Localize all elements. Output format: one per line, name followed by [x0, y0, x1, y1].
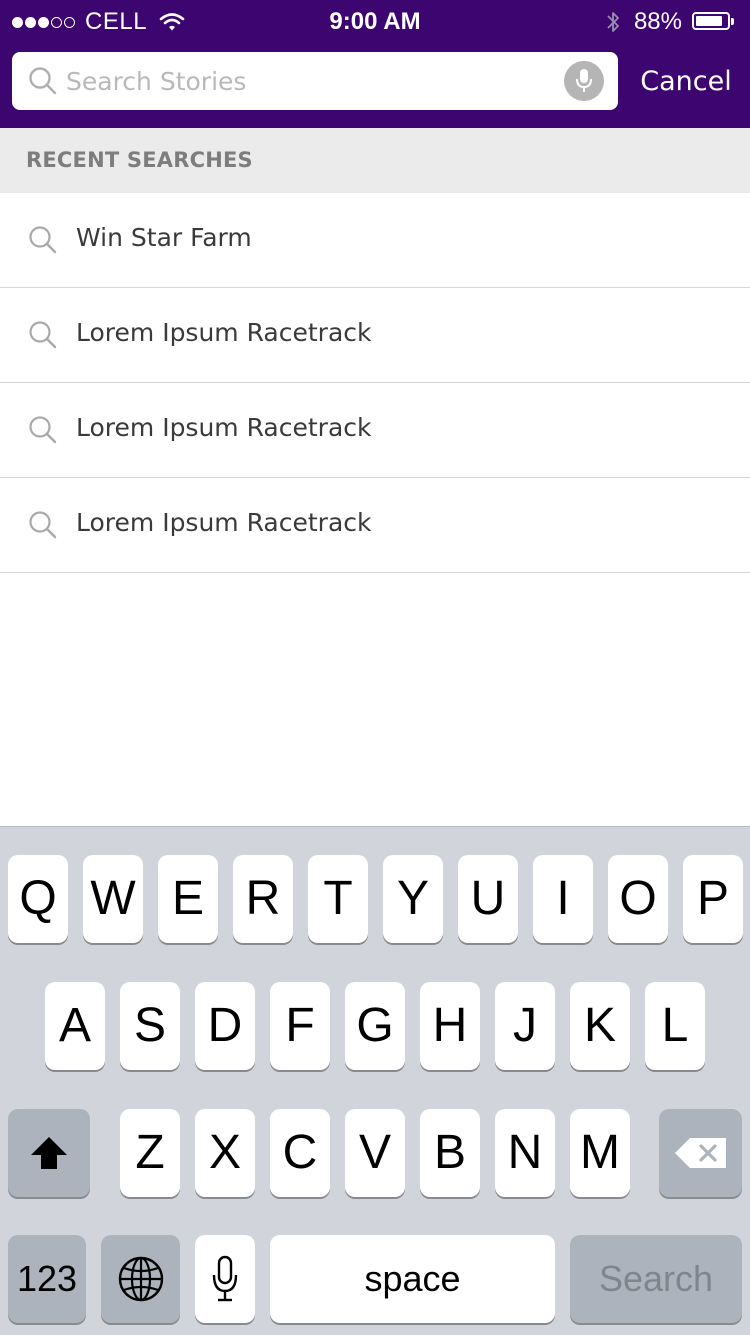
key-a[interactable]: A: [45, 982, 105, 1070]
key-n[interactable]: N: [495, 1109, 555, 1197]
key-g[interactable]: G: [345, 982, 405, 1070]
key-y[interactable]: Y: [383, 855, 443, 943]
search-icon: [29, 226, 57, 254]
key-j[interactable]: J: [495, 982, 555, 1070]
recent-search-label: Lorem Ipsum Racetrack: [76, 413, 372, 442]
microphone-icon: [576, 69, 592, 92]
key-i[interactable]: I: [533, 855, 593, 943]
key-l[interactable]: L: [645, 982, 705, 1070]
search-input[interactable]: [66, 60, 546, 102]
key-h[interactable]: H: [420, 982, 480, 1070]
search-return-key[interactable]: Search: [570, 1235, 742, 1323]
status-right: 88%: [606, 8, 736, 36]
key-c[interactable]: C: [270, 1109, 330, 1197]
key-p[interactable]: P: [683, 855, 743, 943]
globe-key[interactable]: [101, 1235, 180, 1323]
keyboard: 123 space Search QWERTYUIOP ASDFGHJKL ZXCV…: [0, 826, 750, 1335]
search-icon: [29, 67, 57, 95]
key-v[interactable]: V: [345, 1109, 405, 1197]
recent-search-item[interactable]: Lorem Ipsum Racetrack: [0, 288, 750, 383]
search-box[interactable]: [12, 52, 618, 110]
key-x[interactable]: X: [195, 1109, 255, 1197]
recent-search-item[interactable]: Lorem Ipsum Racetrack: [0, 478, 750, 573]
recent-search-label: Lorem Ipsum Racetrack: [76, 318, 372, 347]
recent-searches-list: Win Star Farm Lorem Ipsum Racetrack Lore…: [0, 193, 750, 573]
globe-icon: [118, 1256, 164, 1302]
microphone-icon: [212, 1255, 238, 1302]
bluetooth-icon: [607, 12, 619, 32]
section-title: RECENT SEARCHES: [26, 148, 253, 172]
backspace-key[interactable]: [659, 1109, 742, 1197]
recent-searches-header: RECENT SEARCHES: [0, 128, 750, 193]
key-m[interactable]: M: [570, 1109, 630, 1197]
key-q[interactable]: Q: [8, 855, 68, 943]
battery-icon: [692, 12, 736, 32]
key-w[interactable]: W: [83, 855, 143, 943]
search-icon: [29, 511, 57, 539]
key-t[interactable]: T: [308, 855, 368, 943]
key-k[interactable]: K: [570, 982, 630, 1070]
cancel-button[interactable]: Cancel: [634, 60, 738, 104]
numbers-key[interactable]: 123: [8, 1235, 86, 1323]
backspace-icon: [675, 1138, 726, 1168]
space-key[interactable]: space: [270, 1235, 555, 1323]
shift-arrow-icon: [31, 1137, 67, 1169]
recent-search-label: Lorem Ipsum Racetrack: [76, 508, 372, 537]
key-b[interactable]: B: [420, 1109, 480, 1197]
key-o[interactable]: O: [608, 855, 668, 943]
key-r[interactable]: R: [233, 855, 293, 943]
recent-search-item[interactable]: Lorem Ipsum Racetrack: [0, 383, 750, 478]
key-u[interactable]: U: [458, 855, 518, 943]
key-e[interactable]: E: [158, 855, 218, 943]
battery-percent: 88%: [633, 8, 682, 35]
header-bar: CELL 9:00 AM 88% Search Stories Cancel: [0, 0, 750, 128]
recent-search-label: Win Star Farm: [76, 223, 252, 252]
shift-key[interactable]: [8, 1109, 90, 1197]
recent-search-item[interactable]: Win Star Farm: [0, 193, 750, 288]
voice-search-button[interactable]: [564, 61, 604, 101]
key-f[interactable]: F: [270, 982, 330, 1070]
dictation-key[interactable]: [195, 1235, 255, 1323]
search-icon: [29, 416, 57, 444]
search-icon: [29, 321, 57, 349]
key-d[interactable]: D: [195, 982, 255, 1070]
status-bar: CELL 9:00 AM 88%: [0, 0, 750, 44]
key-s[interactable]: S: [120, 982, 180, 1070]
key-z[interactable]: Z: [120, 1109, 180, 1197]
